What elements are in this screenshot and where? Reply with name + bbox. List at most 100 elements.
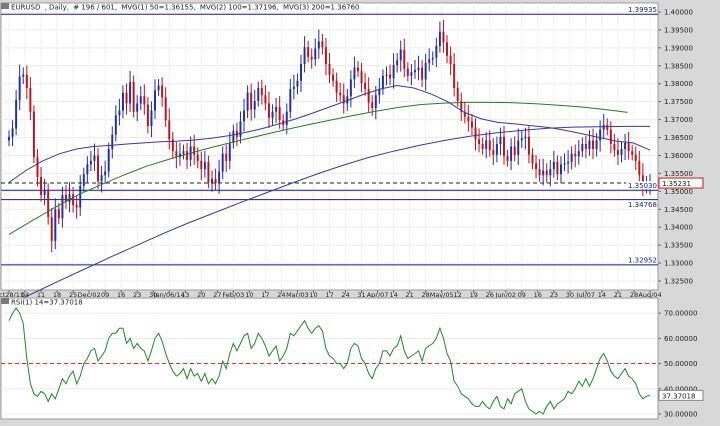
price-tick-label: 1.37500 (664, 98, 693, 106)
current-price-label: 1.35231 (662, 180, 691, 188)
candle-body (510, 146, 513, 161)
candle-body (339, 92, 342, 96)
candle-body (485, 140, 488, 150)
ma1-label: MVG(1) 50=1.36155, (121, 4, 195, 12)
price-tick-label: 1.33500 (664, 242, 693, 250)
rsi-collapse-icon[interactable] (1, 298, 9, 304)
candle-body (353, 67, 356, 80)
chart-window: 1.40000 1.39500 1.39000 1.38500 1.38000 1.375… (0, 0, 720, 422)
candle-body (542, 170, 545, 176)
candle-body (438, 31, 441, 47)
candle-body (552, 161, 555, 170)
price-tick-label: 1.36500 (664, 134, 693, 142)
candle-body (136, 103, 139, 112)
candle-body (627, 142, 630, 152)
candle-body (104, 171, 107, 176)
candle-body (239, 121, 242, 137)
candle-body (211, 178, 213, 183)
candle-body (535, 163, 538, 170)
candle-body (549, 169, 552, 176)
candle-body (357, 67, 359, 72)
candle-body (634, 154, 637, 161)
candle-body (577, 151, 580, 157)
hline-label: 1.34768 (628, 201, 657, 209)
candle-body (531, 154, 534, 164)
candle-body (474, 127, 477, 140)
candle-body (421, 67, 424, 80)
candle-body (595, 140, 598, 150)
candle-body (574, 153, 577, 157)
candle-body (260, 88, 263, 96)
price-tick-label: 1.38000 (664, 80, 693, 88)
candle-body (631, 151, 634, 155)
candle-body (592, 140, 595, 150)
candle-body (620, 149, 623, 155)
candle-body (442, 31, 445, 43)
price-tick-label: 1.40000 (664, 8, 693, 16)
candle-body (139, 96, 142, 104)
candle-body (89, 160, 92, 165)
candle-body (93, 155, 96, 161)
candle-body (609, 129, 612, 144)
candle-body (111, 134, 114, 150)
hline-label: 1.39935 (628, 6, 657, 14)
candle-body (520, 138, 523, 141)
candle-body (570, 153, 573, 162)
candle-body (392, 65, 395, 79)
candle-body (364, 83, 367, 90)
candle-body (118, 110, 121, 116)
candle-body (40, 176, 43, 195)
symbol-label: EURUSD (11, 4, 40, 12)
candle-body (68, 194, 71, 203)
hline-label: 1.35030 (628, 182, 657, 190)
candle-body (300, 63, 302, 81)
candle-body (97, 155, 100, 182)
candle-body (193, 146, 196, 155)
price-tick-label: 1.32500 (664, 278, 693, 286)
candle-body (146, 104, 149, 127)
candle-body (125, 92, 128, 104)
candle-body (360, 71, 363, 84)
candle-body (157, 85, 160, 91)
candle-body (79, 185, 82, 208)
ma3-label: MVG(3) 200=1.36760 (283, 4, 360, 12)
candle-body (616, 150, 619, 155)
candle-body (506, 156, 509, 161)
candle-body (559, 164, 562, 175)
rsi-tick-label: 50.00000 (664, 360, 697, 368)
candle-body (175, 151, 178, 158)
candle-body (257, 88, 260, 101)
candle-body (121, 92, 124, 111)
collapse-icon[interactable] (1, 3, 9, 9)
candle-body (154, 90, 156, 111)
candle-body (389, 74, 392, 79)
candle-body (278, 107, 281, 121)
hline-label: 1.32952 (628, 256, 657, 264)
candle-body (75, 204, 78, 208)
price-tick-label: 1.34000 (664, 224, 693, 232)
candle-body (168, 120, 171, 140)
candle-body (307, 47, 310, 57)
price-tick-label: 1.37000 (664, 116, 693, 124)
candle-body (8, 136, 10, 141)
candle-body (232, 131, 235, 143)
candle-body (584, 143, 587, 150)
candle-body (492, 150, 495, 155)
candle-body (328, 63, 331, 75)
candle-body (478, 139, 481, 144)
candle-body (32, 111, 35, 158)
price-tick-label: 1.34500 (664, 206, 693, 214)
candle-body (527, 136, 530, 155)
rsi-tick-label: 70.00000 (664, 310, 697, 318)
candle-body (228, 142, 231, 161)
candle-body (107, 149, 110, 172)
candle-body (54, 209, 57, 241)
candle-body (417, 67, 420, 71)
candle-body (47, 190, 50, 218)
price-tick-label: 1.35500 (664, 170, 693, 178)
candle-body (488, 140, 491, 151)
candle-body (467, 116, 470, 122)
candle-body (253, 100, 256, 110)
candle-body (186, 151, 189, 160)
candle-body (399, 49, 402, 61)
